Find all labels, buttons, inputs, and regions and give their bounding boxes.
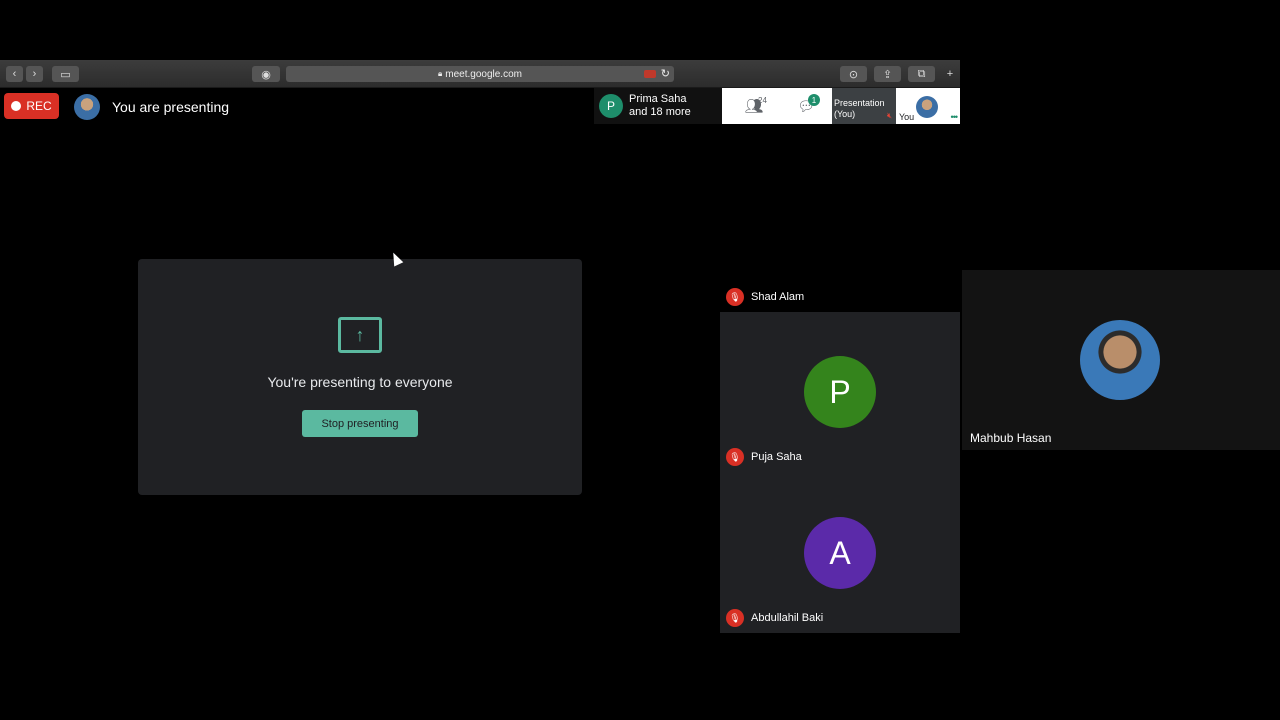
sidebar-toggle-icon[interactable]: ▭ [52,66,79,82]
avatar [74,94,100,120]
reload-icon[interactable]: ↻ [661,67,670,80]
extension-icon[interactable]: ◉ [252,66,280,82]
participant-name-row: 🎙︎ Shad Alam [726,288,804,306]
url-text: meet.google.com [445,68,522,80]
new-tab-icon[interactable]: + [942,66,958,82]
participant-tile[interactable]: P 🎙︎ Puja Saha [720,312,960,473]
avatar [916,96,938,118]
download-icon[interactable]: ⊙ [840,66,867,82]
back-icon[interactable]: ‹ [6,66,23,82]
share-icon[interactable]: ⇪ [874,66,901,82]
presentation-label-line2: (You) [834,109,856,119]
presenting-title: You're presenting to everyone [267,374,453,390]
participant-avatar: P [804,356,876,428]
address-bar[interactable]: 🔒︎ meet.google.com ↻ [286,66,674,82]
presentation-self-tile[interactable]: Presentation (You) 🔇︎ [832,88,896,124]
more-options-icon[interactable]: ••• [951,112,959,122]
participant-name: Abdullahil Baki [751,612,824,624]
muted-icon: 🔇︎ [886,111,892,120]
participant-name-row: 🎙︎ Abdullahil Baki [726,609,823,627]
participant-name: Puja Saha [751,451,802,463]
people-button[interactable]: 👥︎ 24 [736,88,772,124]
avatar [1080,320,1160,400]
muted-mic-icon: 🎙︎ [726,288,744,306]
tabs-icon[interactable]: ⧉ [908,66,935,82]
camera-tile-name: Mahbub Hasan [970,431,1052,445]
recording-badge: REC [4,93,59,119]
presenting-card: ↑ You're presenting to everyone Stop pre… [138,259,582,495]
chip-line1: Prima Saha [629,93,687,105]
muted-mic-icon: 🎙︎ [726,448,744,466]
participant-avatar: A [804,517,876,589]
meeting-top-right-toolbar: 👥︎ 24 💬︎ 1 Presentation (You) 🔇︎ You ••• [722,88,960,124]
stop-presenting-button[interactable]: Stop presenting [302,410,418,437]
participants-chip-text: Prima Saha and 18 more [629,93,691,119]
participant-tile[interactable]: A 🎙︎ Abdullahil Baki [720,473,960,633]
participant-tile[interactable]: 🎙︎ Shad Alam [720,151,960,312]
participant-name: Shad Alam [751,291,805,303]
chip-line2: and 18 more [629,106,691,118]
present-screen-icon: ↑ [338,317,382,353]
muted-mic-icon: 🎙︎ [726,609,744,627]
self-label: You [899,112,915,122]
browser-toolbar: ‹ › ▭ ◉ 🔒︎ meet.google.com ↻ ⊙ ⇪ ⧉ + [0,60,960,88]
self-video-tile[interactable]: You ••• [896,88,960,124]
camera-tile[interactable]: Mahbub Hasan [962,270,1280,450]
recording-indicator-icon [644,70,656,78]
presentation-tile-label: Presentation (You) [834,98,885,120]
presenting-status: You are presenting [112,99,230,115]
people-count: 24 [758,96,767,105]
participants-chip[interactable]: P Prima Saha and 18 more [594,88,722,124]
record-dot-icon [11,101,22,111]
chat-button[interactable]: 💬︎ 1 [788,88,824,124]
chat-badge: 1 [808,94,820,106]
participant-avatar: P [599,94,623,118]
rec-label: REC [26,99,52,113]
participant-name-row: 🎙︎ Puja Saha [726,448,802,466]
meet-window: ‹ › ▭ ◉ 🔒︎ meet.google.com ↻ ⊙ ⇪ ⧉ + REC… [0,0,960,720]
lock-icon: 🔒︎ [438,69,443,78]
presentation-label-line1: Presentation [834,98,885,108]
forward-icon[interactable]: › [26,66,43,82]
